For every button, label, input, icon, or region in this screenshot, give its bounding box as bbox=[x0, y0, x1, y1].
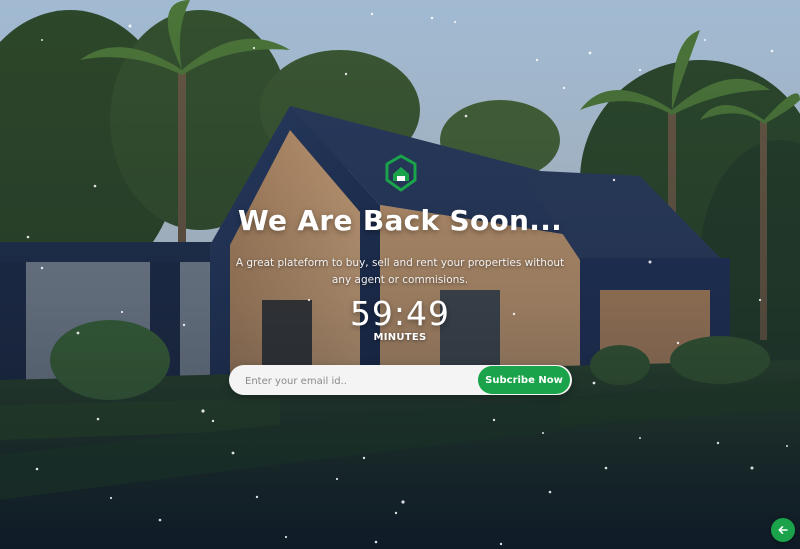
countdown-timer: 59:49 bbox=[349, 294, 451, 333]
email-input[interactable] bbox=[243, 365, 477, 397]
countdown-unit-label: MINUTES bbox=[373, 332, 427, 343]
page-title: We Are Back Soon... bbox=[237, 204, 563, 237]
home-shield-icon bbox=[384, 154, 418, 192]
arrow-left-icon bbox=[777, 521, 789, 540]
coming-soon-section: We Are Back Soon... A great plateform to… bbox=[0, 0, 800, 549]
subscribe-form: Subcribe Now bbox=[229, 365, 572, 397]
subscribe-button[interactable]: Subcribe Now bbox=[478, 366, 570, 394]
page-subtitle: A great plateform to buy, sell and rent … bbox=[235, 257, 565, 286]
back-button[interactable] bbox=[771, 518, 795, 542]
